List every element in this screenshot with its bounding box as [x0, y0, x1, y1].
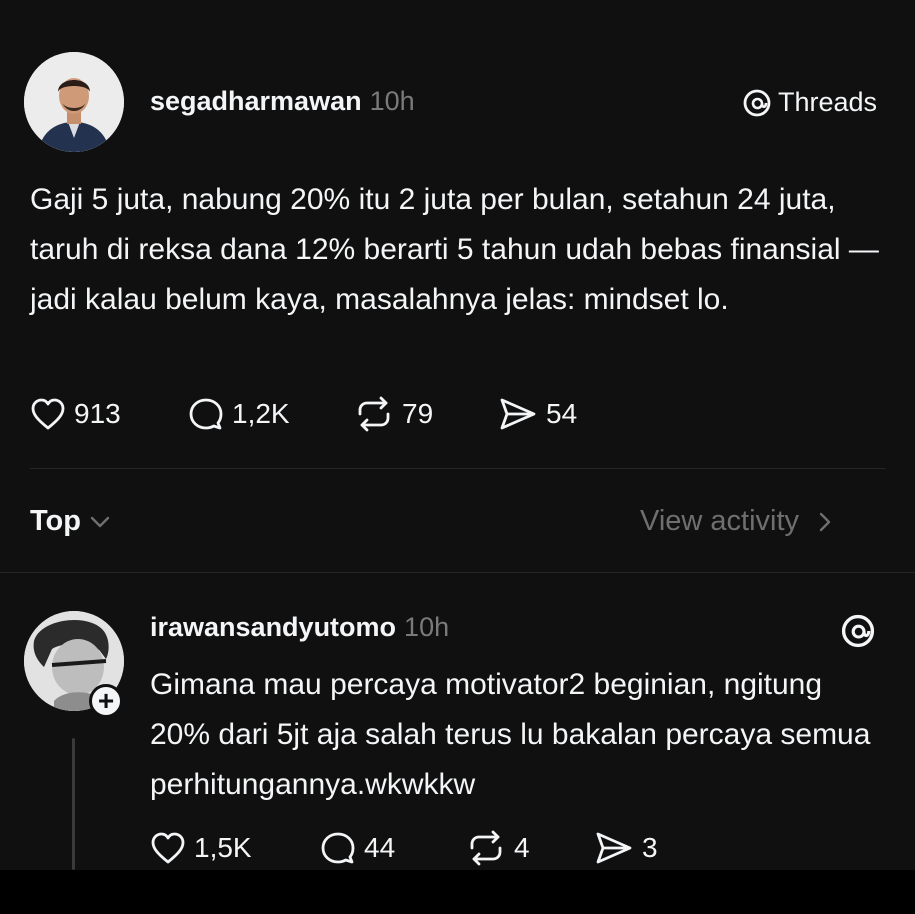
post-repost-button[interactable]: 79 [354, 396, 498, 432]
reply-like-count: 1,5K [194, 832, 252, 863]
replies-sort-dropdown[interactable]: Top [30, 505, 111, 538]
reply-threads-icon-button[interactable] [840, 613, 876, 654]
reply-reply-count: 44 [364, 832, 396, 863]
post-repost-count: 79 [402, 398, 434, 429]
reply-timestamp: 10h [404, 612, 450, 642]
post-like-count: 913 [74, 398, 121, 429]
reply-body-text: Gimana mau percaya motivator2 beginian, … [150, 668, 871, 801]
replies-divider [0, 572, 915, 573]
reply-thread-line [72, 738, 75, 870]
threads-logo-icon [743, 89, 771, 116]
threads-badge[interactable]: Threads [742, 87, 877, 118]
threads-badge-label: Threads [778, 87, 878, 117]
heart-icon [31, 398, 65, 430]
view-activity-link[interactable]: View activity [640, 505, 833, 538]
reply-author-username[interactable]: irawansandyutomo [150, 612, 396, 643]
view-activity-label: View activity [640, 505, 800, 537]
threads-logo-icon [841, 614, 875, 648]
chevron-down-icon [90, 516, 110, 527]
post-reply-count: 1,2K [232, 398, 290, 429]
avatar-portrait-image [24, 52, 124, 152]
repost-icon [470, 830, 502, 866]
comment-icon [189, 398, 223, 430]
post-divider [30, 468, 886, 469]
post-share-button[interactable]: 54 [498, 396, 577, 432]
post-reply-button[interactable]: 1,2K [188, 397, 354, 431]
replies-sort-label: Top [30, 505, 81, 537]
post-timestamp: 10h [369, 86, 415, 116]
bottom-black-bar [0, 870, 915, 914]
reply-share-button[interactable]: 3 [594, 830, 658, 866]
reply-like-button[interactable]: 1,5K [150, 831, 320, 865]
comment-icon [321, 832, 355, 864]
reply-repost-button[interactable]: 4 [466, 830, 594, 866]
post-author-avatar[interactable] [24, 52, 124, 152]
post-like-button[interactable]: 913 [30, 397, 188, 431]
post-share-count: 54 [546, 398, 578, 429]
heart-icon [151, 832, 185, 864]
post-body-text: Gaji 5 juta, nabung 20% itu 2 juta per b… [30, 183, 879, 316]
send-icon [596, 832, 632, 864]
repost-icon [358, 396, 390, 432]
chevron-right-icon [819, 512, 831, 531]
reply-repost-count: 4 [514, 832, 530, 863]
reply-share-count: 3 [642, 832, 658, 863]
send-icon [500, 398, 536, 430]
follow-plus-button[interactable]: + [89, 684, 123, 718]
post-author-username[interactable]: segadharmawan [150, 86, 362, 117]
reply-reply-button[interactable]: 44 [320, 831, 466, 865]
